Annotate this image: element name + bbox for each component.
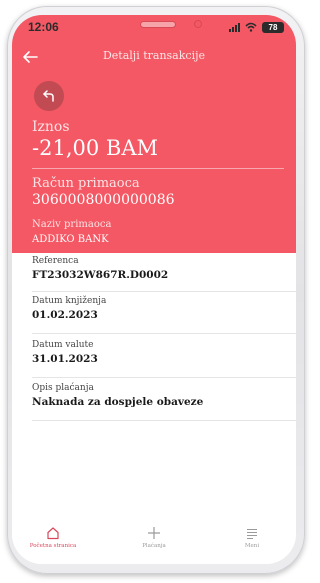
detail-label: Referenca [32,256,79,266]
detail-row-reference: Referenca FT23032W867R.D0002 [32,253,296,292]
detail-row-booking-date: Datum knjiženja 01.02.2023 [32,293,296,334]
detail-label: Datum knjiženja [32,296,107,306]
detail-value: Naknada za dospjele obaveze [32,396,204,408]
transaction-header: 12:06 78 Detalji transakcije Iznos -21,0… [12,15,296,253]
tab-menu[interactable]: Meni [217,526,287,549]
status-time: 12:06 [28,20,59,34]
status-bar: 12:06 78 [12,15,296,39]
phone-screen: 12:06 78 Detalji transakcije Iznos -21,0… [12,15,296,564]
camera-icon [194,20,202,28]
return-arrow-icon [43,90,54,102]
detail-value: FT23032W867R.D0002 [32,269,169,281]
wifi-icon [245,22,257,32]
header-divider [32,168,284,169]
tab-label: Plaćanja [142,543,166,549]
detail-value: 01.02.2023 [32,309,98,321]
detail-row-payment-description: Opis plaćanja Naknada za dospjele obavez… [32,380,296,421]
menu-icon [247,528,257,540]
speaker-icon [140,21,176,28]
signal-icon [229,22,240,32]
amount-value: -21,00 BAM [32,136,158,160]
recipient-value: ADDIKO BANK [32,234,109,245]
status-icons: 78 [229,20,284,34]
tab-label: Početna stranica [29,543,77,549]
return-transaction-button[interactable] [34,81,64,111]
tab-home[interactable]: Početna stranica [18,526,88,549]
detail-label: Datum valute [32,340,94,350]
tab-label: Meni [244,543,260,549]
account-label: Račun primaoca [32,176,140,191]
home-icon [47,527,59,540]
bottom-tab-bar: Početna stranica Plaćanja Meni [12,520,296,564]
detail-label: Opis plaćanja [32,383,94,393]
detail-row-value-date: Datum valute 31.01.2023 [32,337,296,378]
battery-icon: 78 [262,21,284,33]
recipient-label: Naziv primaoca [32,219,112,230]
tab-payments[interactable]: Plaćanja [119,526,189,549]
amount-label: Iznos [32,119,70,135]
page-title: Detalji transakcije [102,49,206,62]
detail-value: 31.01.2023 [32,353,98,365]
account-value: 3060008000000086 [32,192,175,208]
plus-icon [148,527,160,539]
